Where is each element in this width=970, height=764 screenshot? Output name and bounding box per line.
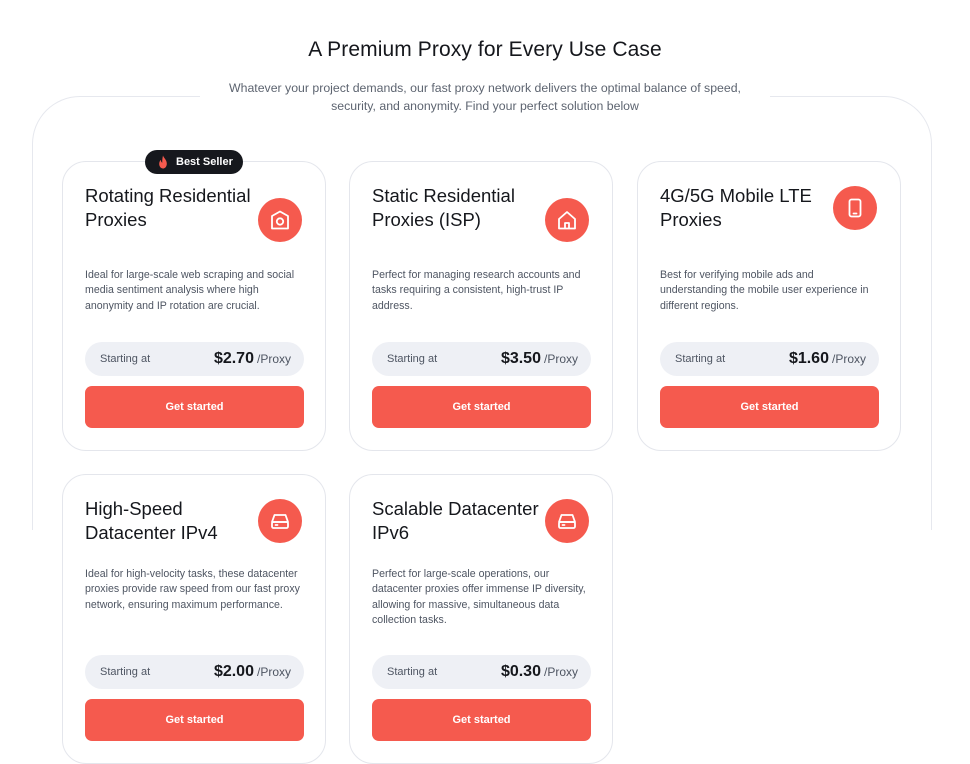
card-description: Perfect for large-scale operations, our …: [372, 568, 586, 626]
product-card-static-residential: Static Residential Proxies (ISP) Perfect…: [349, 161, 613, 451]
product-card-rotating-residential: Best Seller Rotating Residential Proxies…: [62, 150, 326, 451]
mobile-icon: [833, 186, 877, 230]
card-title: 4G/5G Mobile LTE Proxies: [660, 185, 812, 230]
house-location-icon: [258, 198, 302, 242]
get-started-button[interactable]: Get started: [85, 386, 304, 428]
card-title: Scalable Datacenter IPv6: [372, 498, 539, 543]
price-amount: $2.70: [213, 350, 254, 367]
get-started-button[interactable]: Get started: [372, 386, 591, 428]
get-started-button[interactable]: Get started: [372, 699, 591, 741]
price-pill: Starting at $2.70 /Proxy: [85, 342, 304, 376]
card-description: Best for verifying mobile ads and unders…: [660, 269, 869, 312]
server-drive-icon: [258, 499, 302, 543]
card-title: Rotating Residential Proxies: [85, 185, 251, 230]
price-label: Starting at: [675, 353, 726, 365]
price-unit: /Proxy: [831, 352, 866, 366]
card-description: Perfect for managing research accounts a…: [372, 269, 581, 312]
flame-icon: [159, 155, 167, 169]
best-seller-badge: Best Seller: [145, 150, 243, 174]
card-description: Ideal for large-scale web scraping and s…: [85, 269, 295, 312]
price-label: Starting at: [100, 666, 151, 678]
price-unit: /Proxy: [256, 665, 291, 679]
section-title: A Premium Proxy for Every Use Case: [308, 38, 662, 61]
price-label: Starting at: [387, 353, 438, 365]
card-title: Static Residential Proxies (ISP): [372, 185, 515, 230]
price-amount: $1.60: [788, 350, 829, 367]
price-amount: $0.30: [500, 663, 541, 680]
price-label: Starting at: [387, 666, 438, 678]
price-amount: $2.00: [213, 663, 254, 680]
house-icon: [545, 198, 589, 242]
price-pill: Starting at $1.60 /Proxy: [660, 342, 879, 376]
card-title: High-Speed Datacenter IPv4: [85, 498, 218, 543]
section-subtitle: Whatever your project demands, our fast …: [200, 79, 770, 115]
price-value: $2.00 /Proxy: [214, 663, 291, 681]
price-value: $2.70 /Proxy: [214, 350, 291, 368]
get-started-button[interactable]: Get started: [660, 386, 879, 428]
server-drive-icon: [545, 499, 589, 543]
price-unit: /Proxy: [543, 352, 578, 366]
product-card-datacenter-ipv6: Scalable Datacenter IPv6 Perfect for lar…: [349, 474, 613, 764]
price-unit: /Proxy: [543, 665, 578, 679]
product-card-datacenter-ipv4: High-Speed Datacenter IPv4 Ideal for hig…: [62, 474, 326, 764]
badge-label: Best Seller: [176, 156, 233, 168]
price-value: $3.50 /Proxy: [501, 350, 578, 368]
price-value: $0.30 /Proxy: [501, 663, 578, 681]
price-pill: Starting at $0.30 /Proxy: [372, 655, 591, 689]
price-pill: Starting at $3.50 /Proxy: [372, 342, 591, 376]
price-label: Starting at: [100, 353, 151, 365]
price-amount: $3.50: [500, 350, 541, 367]
product-card-mobile-lte: 4G/5G Mobile LTE Proxies Best for verify…: [637, 161, 901, 451]
price-pill: Starting at $2.00 /Proxy: [85, 655, 304, 689]
price-unit: /Proxy: [256, 352, 291, 366]
price-value: $1.60 /Proxy: [789, 350, 866, 368]
card-description: Ideal for high-velocity tasks, these dat…: [85, 568, 300, 611]
get-started-button[interactable]: Get started: [85, 699, 304, 741]
